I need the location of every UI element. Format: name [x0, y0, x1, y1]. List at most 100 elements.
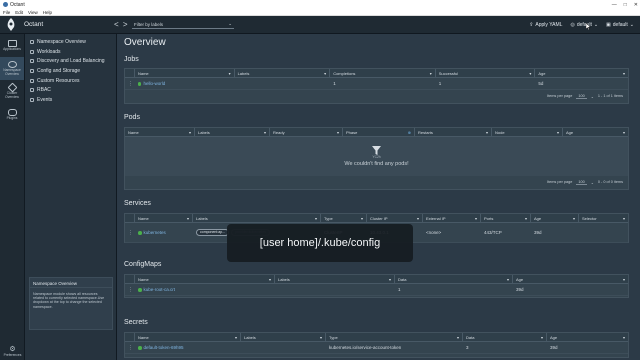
table-row[interactable]: ⋮ default-token-69h95 kubernetes.io/serv…	[125, 342, 628, 354]
rail-item-cluster-overview[interactable]: Cluster Overview	[0, 80, 24, 103]
column-header[interactable]: Ready ▾	[270, 127, 343, 137]
row-menu-icon[interactable]: ⋮	[125, 81, 135, 87]
filter-icon[interactable]: ▾	[623, 277, 625, 282]
row-menu-icon[interactable]: ⋮	[125, 230, 135, 236]
menu-edit[interactable]: Edit	[15, 10, 23, 15]
row-menu-icon[interactable]: ⋮	[125, 287, 135, 293]
column-header[interactable]: Cluster IP ▾	[367, 213, 423, 223]
filter-icon[interactable]: ▾	[557, 130, 559, 135]
history-nav-arrows[interactable]: < >	[114, 20, 130, 29]
rail-item-namespace-overview[interactable]: Namespace Overview	[0, 57, 24, 80]
filter-icon[interactable]: ▾	[525, 216, 527, 221]
filter-icon[interactable]: ▾	[623, 130, 625, 135]
filter-icon[interactable]: ▾	[541, 335, 543, 340]
filter-icon[interactable]: ▾	[623, 216, 625, 221]
filter-icon[interactable]: ▾	[324, 71, 326, 76]
column-header[interactable]: Age ▾	[535, 69, 628, 78]
column-header[interactable]: Labels ▾	[235, 68, 331, 78]
filter-icon[interactable]: ▾	[337, 130, 339, 135]
filter-icon[interactable]: ▾	[430, 71, 432, 76]
label-chip[interactable]: component:ap...	[196, 229, 230, 236]
secret-link[interactable]: default-token-69h95	[144, 345, 184, 350]
job-name[interactable]: hello-world	[135, 81, 235, 86]
row-menu-icon[interactable]: ⋮	[125, 345, 135, 351]
column-header[interactable]: Restarts ▾	[415, 127, 492, 137]
nav-item-discovery[interactable]: Discovery and Load Balancing	[25, 56, 116, 66]
filter-icon[interactable]: ▾	[507, 277, 509, 282]
column-header[interactable]: Name ▾	[135, 332, 241, 342]
label-filter-input[interactable]: Filter by labels ⌄	[132, 20, 234, 29]
apply-yaml-button[interactable]: ⇪ Apply YAML	[529, 22, 562, 28]
menu-view[interactable]: View	[28, 10, 38, 15]
column-header[interactable]: Labels ▾	[275, 274, 395, 284]
rail-item-plugins[interactable]: Plugins	[0, 103, 24, 126]
column-header[interactable]: Selector ▾	[579, 214, 628, 223]
column-header[interactable]: Name ▾	[135, 274, 275, 284]
table-row[interactable]: ⋮ kube-root-ca.crt 1 39d	[125, 284, 628, 296]
column-header[interactable]: Labels ▾	[195, 127, 270, 137]
items-per-page-select[interactable]: 100	[576, 94, 587, 99]
column-header[interactable]: Data ▾	[395, 274, 513, 284]
service-link[interactable]: kubernetes	[144, 230, 166, 235]
filter-icon[interactable]: ▾	[320, 335, 322, 340]
service-name[interactable]: kubernetes	[135, 230, 193, 235]
menu-help[interactable]: Help	[43, 10, 52, 15]
close-button[interactable]: ✕	[634, 2, 638, 8]
column-header[interactable]: Age ▾	[531, 213, 579, 223]
column-header[interactable]: Type ▾	[326, 332, 463, 342]
filter-icon[interactable]: ▾	[457, 335, 459, 340]
filter-icon[interactable]: ▾	[475, 216, 477, 221]
job-link[interactable]: hello-world	[143, 81, 165, 86]
column-header[interactable]: Ports ▾	[481, 213, 531, 223]
rail-item-preferences[interactable]: ⚙ Preferences	[0, 345, 25, 357]
nav-item-workloads[interactable]: Workloads	[25, 47, 116, 57]
filter-icon[interactable]: ▾	[529, 71, 531, 76]
column-header[interactable]: Labels ▾	[241, 332, 326, 342]
column-header[interactable]: Node ▾	[492, 127, 563, 137]
filter-icon[interactable]: ▾	[573, 216, 575, 221]
nav-item-namespace-overview[interactable]: Namespace Overview	[25, 37, 116, 47]
nav-item-rbac[interactable]: RBAC	[25, 85, 116, 95]
minimize-button[interactable]: —	[612, 2, 617, 8]
column-header[interactable]: External IP ▾	[423, 213, 481, 223]
context-selector[interactable]: ◎ default ⌄	[570, 22, 598, 28]
menu-file[interactable]: File	[3, 10, 10, 15]
filter-icon[interactable]: ▾	[269, 277, 271, 282]
maximize-button[interactable]: □	[624, 2, 627, 8]
column-header[interactable]: Age ▾	[513, 275, 628, 284]
column-header[interactable]: Labels ▾	[193, 213, 321, 223]
filter-icon[interactable]: ▾	[315, 216, 317, 221]
secret-name[interactable]: default-token-69h95	[135, 345, 241, 350]
column-header[interactable]: Type ▾	[321, 213, 367, 223]
column-header[interactable]: Successful ▾	[436, 68, 536, 78]
column-header[interactable]: Data ▾	[463, 332, 547, 342]
column-header[interactable]: Name ▾	[135, 68, 235, 78]
add-filter-icon[interactable]: ⊕	[408, 130, 411, 135]
filter-icon[interactable]: ▾	[187, 216, 189, 221]
filter-icon[interactable]: ▾	[229, 71, 231, 76]
column-header[interactable]: Age ▾	[563, 128, 628, 137]
filter-icon[interactable]: ▾	[389, 277, 391, 282]
filter-icon[interactable]: ▾	[264, 130, 266, 135]
configmap-name[interactable]: kube-root-ca.crt	[135, 287, 275, 292]
rail-item-applications[interactable]: Applications	[0, 34, 24, 57]
filter-icon[interactable]: ▾	[189, 130, 191, 135]
items-per-page-select[interactable]: 100	[576, 180, 587, 185]
column-header[interactable]: Name ▾	[125, 127, 195, 137]
filter-icon[interactable]: ▾	[361, 216, 363, 221]
column-header[interactable]: Age ▾	[547, 333, 628, 342]
filter-icon[interactable]: ▾	[417, 216, 419, 221]
nav-item-custom-resources[interactable]: Custom Resources	[25, 76, 116, 86]
column-header[interactable]: Name ▾	[135, 213, 193, 223]
nav-item-config-storage[interactable]: Config and Storage	[25, 66, 116, 76]
nav-item-events[interactable]: Events	[25, 95, 116, 105]
namespace-selector[interactable]: ▣ default ⌄	[606, 22, 634, 28]
filter-icon[interactable]: ▾	[623, 71, 625, 76]
column-header[interactable]: Phase ⊕	[343, 127, 415, 137]
configmap-link[interactable]: kube-root-ca.crt	[144, 287, 176, 292]
table-row[interactable]: ⋮ hello-world 1 1 5d	[125, 78, 628, 90]
filter-icon[interactable]: ▾	[623, 335, 625, 340]
filter-icon[interactable]: ▾	[486, 130, 488, 135]
filter-icon[interactable]: ▾	[235, 335, 237, 340]
column-header[interactable]: Completions ▾	[330, 68, 436, 78]
